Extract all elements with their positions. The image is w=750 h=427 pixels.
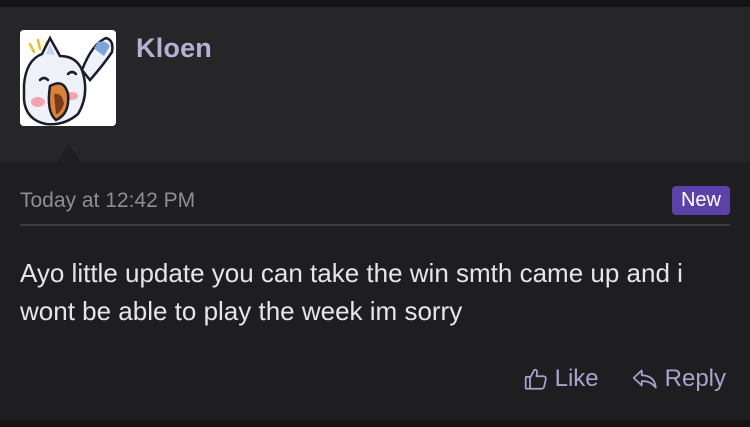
avatar[interactable]	[20, 30, 116, 126]
post-message: Ayo little update you can take the win s…	[20, 258, 683, 326]
username[interactable]: Kloen	[136, 33, 212, 64]
reply-arrow-icon	[631, 366, 659, 392]
thumbs-up-icon	[523, 366, 549, 392]
reply-label: Reply	[664, 365, 726, 392]
post-body: Today at 12:42 PM New Ayo little update …	[0, 162, 750, 427]
post-timestamp[interactable]: Today at 12:42 PM	[20, 189, 195, 213]
reply-button[interactable]: Reply	[631, 365, 726, 393]
like-label: Like	[554, 365, 599, 392]
avatar-image	[20, 30, 116, 126]
like-button[interactable]: Like	[523, 365, 599, 393]
new-badge: New	[671, 186, 730, 215]
post-header: Kloen	[0, 7, 750, 162]
post-pointer-arrow	[57, 144, 81, 162]
post-actions: Like Reply	[523, 365, 726, 393]
forum-post: Kloen Today at 12:42 PM New Ayo little u…	[0, 0, 750, 427]
post-meta: Today at 12:42 PM New	[20, 184, 730, 226]
post-footer-divider	[0, 420, 750, 427]
